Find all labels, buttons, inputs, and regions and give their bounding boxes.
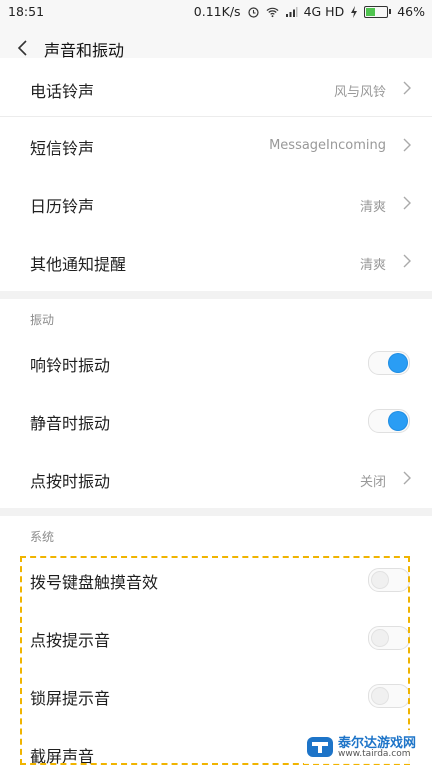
row-value: 风与风铃 — [333, 85, 386, 100]
lock-sound-toggle[interactable] — [368, 684, 410, 708]
chevron-right-icon — [403, 471, 411, 485]
row-calendar-ringtone[interactable]: 日历铃声 清爽 — [0, 175, 432, 234]
chevron-right-icon — [403, 138, 411, 152]
ring-vibrate-toggle[interactable] — [368, 351, 410, 375]
row-label: 点按提示音 — [30, 631, 111, 650]
chevron-right-icon — [403, 196, 411, 210]
row-value: 清爽 — [359, 200, 386, 215]
row-label: 拨号键盘触摸音效 — [30, 573, 159, 592]
row-value: 清爽 — [359, 258, 386, 273]
row-label: 响铃时振动 — [30, 356, 111, 375]
charging-icon — [351, 5, 358, 18]
section-gap — [0, 508, 432, 516]
row-lock-sound[interactable]: 锁屏提示音 — [0, 667, 432, 726]
row-dial-tone[interactable]: 拨号键盘触摸音效 — [0, 551, 432, 610]
section-label: 系统 — [30, 530, 55, 544]
wifi-icon — [266, 7, 279, 17]
row-sms-ringtone[interactable]: 短信铃声 MessageIncoming — [0, 117, 432, 176]
row-phone-ringtone[interactable]: 电话铃声 风与风铃 — [0, 58, 432, 117]
section-gap — [0, 291, 432, 299]
watermark-url: www.tairda.com — [338, 749, 411, 759]
battery-icon — [364, 5, 392, 18]
status-bar: 18:51 0.11K/s 4G HD 46% — [0, 0, 432, 24]
site-logo-icon — [307, 737, 333, 757]
row-label: 日历铃声 — [30, 197, 95, 216]
section-header-system: 系统 — [0, 516, 432, 553]
row-ring-vibrate[interactable]: 响铃时振动 — [0, 334, 432, 393]
row-label: 电话铃声 — [30, 82, 95, 101]
row-tap-vibrate[interactable]: 点按时振动 关闭 — [0, 450, 432, 509]
site-watermark: 泰尔达游戏网 www.tairda.com — [304, 730, 428, 764]
section-header-vibration: 振动 — [0, 299, 432, 336]
row-label: 其他通知提醒 — [30, 255, 127, 274]
row-label: 锁屏提示音 — [30, 689, 111, 708]
row-other-notification[interactable]: 其他通知提醒 清爽 — [0, 233, 432, 292]
dial-tone-toggle[interactable] — [368, 568, 410, 592]
row-value: 关闭 — [359, 475, 386, 490]
row-tap-sound[interactable]: 点按提示音 — [0, 609, 432, 668]
status-time: 18:51 — [8, 4, 45, 19]
row-value: MessageIncoming — [269, 138, 386, 153]
network-type: 4G HD — [303, 4, 345, 19]
row-label: 点按时振动 — [30, 472, 111, 491]
row-silent-vibrate[interactable]: 静音时振动 — [0, 392, 432, 451]
network-speed: 0.11K/s — [193, 4, 241, 19]
signal-icon — [285, 6, 298, 17]
battery-percent: 46% — [397, 4, 425, 19]
row-label: 截屏声音 — [30, 747, 95, 766]
back-arrow-icon[interactable] — [12, 36, 34, 60]
tap-sound-toggle[interactable] — [368, 626, 410, 650]
silent-vibrate-toggle[interactable] — [368, 409, 410, 433]
row-label: 静音时振动 — [30, 414, 111, 433]
chevron-right-icon — [403, 254, 411, 268]
section-label: 振动 — [30, 313, 55, 327]
row-label: 短信铃声 — [30, 139, 95, 158]
chevron-right-icon — [403, 81, 411, 95]
alarm-icon — [247, 6, 259, 18]
